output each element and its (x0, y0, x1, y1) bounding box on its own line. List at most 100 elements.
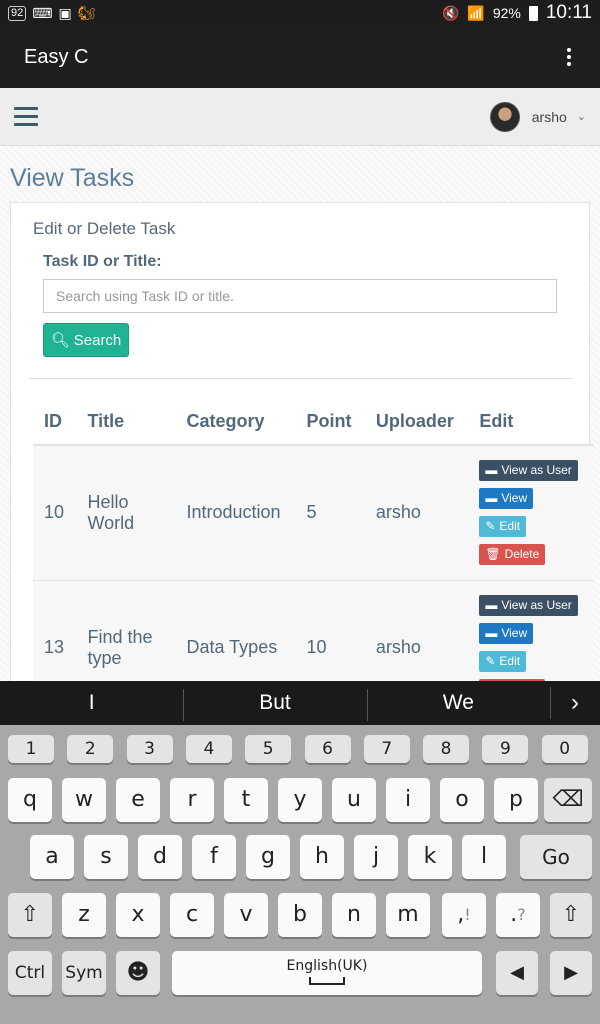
app-bar: Easy C (0, 26, 600, 88)
key-k[interactable]: k (408, 835, 452, 879)
suggestion-item[interactable]: I (0, 691, 183, 715)
pencil-icon: ✎ (485, 654, 496, 668)
column-header-point: Point (295, 399, 365, 446)
cell-category: Data Types (175, 580, 296, 681)
key-p[interactable]: p (494, 778, 538, 822)
key-b[interactable]: b (278, 893, 322, 937)
wifi-icon: 📶 (467, 4, 485, 21)
key-g[interactable]: g (246, 835, 290, 879)
tasks-table: ID Title Category Point Uploader Edit 10… (33, 399, 593, 681)
column-header-category: Category (175, 399, 296, 446)
key-0[interactable]: 0 (541, 735, 588, 763)
go-key[interactable]: Go (520, 835, 592, 879)
cell-title: Find the type (76, 580, 176, 681)
username: arsho (531, 108, 567, 125)
sym-key[interactable]: Sym (62, 951, 106, 995)
chevron-right-icon[interactable]: › (549, 687, 600, 719)
key-4[interactable]: 4 (185, 735, 232, 763)
key-n[interactable]: n (332, 893, 376, 937)
pencil-icon: ✎ (485, 519, 496, 534)
column-header-edit: Edit (468, 399, 593, 446)
cell-actions: ▬View as User ▬View ✎Edit 🗑︎Delete (468, 445, 593, 581)
divider (29, 378, 573, 379)
battery-icon (528, 5, 538, 21)
task-panel: Edit or Delete Task Task ID or Title: 🔍︎… (10, 202, 593, 681)
key-m[interactable]: m (386, 893, 430, 937)
column-header-title: Title (76, 399, 176, 446)
key-o[interactable]: o (440, 778, 484, 822)
key-2[interactable]: 2 (67, 735, 114, 763)
key-t[interactable]: t (224, 778, 268, 822)
mute-icon: 🔇 (441, 4, 460, 21)
key-j[interactable]: j (354, 835, 398, 879)
key-r[interactable]: r (170, 778, 214, 822)
key-9[interactable]: 9 (482, 735, 529, 763)
key-d[interactable]: d (138, 835, 182, 879)
search-button-label: Search (73, 331, 122, 349)
main-content: View Tasks Edit or Delete Task Task ID o… (0, 146, 600, 681)
trash-icon: 🗑︎ (485, 547, 501, 562)
comma-key[interactable]: ,! (442, 893, 486, 937)
space-icon (309, 977, 345, 985)
key-6[interactable]: 6 (304, 735, 351, 763)
app-title: Easy C (24, 45, 89, 68)
key-1[interactable]: 1 (8, 735, 54, 763)
search-input[interactable] (43, 279, 557, 313)
edit-button[interactable]: ✎ Edit (479, 516, 527, 538)
space-key[interactable]: English(UK) (172, 951, 482, 995)
key-l[interactable]: l (462, 835, 506, 879)
delete-button[interactable]: 🗑︎Delete (479, 544, 546, 566)
key-c[interactable]: c (170, 893, 214, 937)
key-5[interactable]: 5 (245, 735, 292, 763)
key-i[interactable]: i (386, 778, 430, 822)
table-row: 13 Find the type Data Types 10 arsho ▬ Vi… (33, 580, 593, 681)
key-7[interactable]: 7 (363, 735, 410, 763)
key-z[interactable]: z (62, 893, 106, 937)
key-3[interactable]: 3 (126, 735, 173, 763)
folder-icon: ▬ (485, 598, 498, 612)
key-s[interactable]: s (84, 835, 128, 879)
search-icon: 🔍︎ (50, 332, 70, 349)
arrow-left-key[interactable]: ◀ (496, 951, 538, 995)
ctrl-key[interactable]: Ctrl (8, 951, 52, 995)
suggestion-item[interactable]: But (183, 689, 366, 721)
image-icon: ▣ (58, 4, 72, 21)
table-row: 10 Hello World Introduction 5 arsho ▬ Vie… (33, 445, 593, 581)
table-header-row: ID Title Category Point Uploader Edit (33, 399, 593, 446)
edit-button[interactable]: ✎ Edit (479, 651, 527, 672)
user-menu[interactable]: arsho ⌄ (489, 101, 586, 132)
suggestion-item[interactable]: We (366, 689, 550, 721)
key-f[interactable]: f (192, 835, 236, 879)
overflow-menu-icon[interactable] (562, 48, 576, 66)
key-h[interactable]: h (300, 835, 344, 879)
chevron-down-icon: ⌄ (576, 111, 586, 123)
key-w[interactable]: w (62, 778, 106, 822)
view-as-user-button[interactable]: ▬ View as User (479, 595, 578, 616)
backspace-key[interactable]: ⌫ (544, 778, 592, 822)
key-u[interactable]: u (332, 778, 376, 822)
key-e[interactable]: e (116, 778, 160, 822)
key-v[interactable]: v (224, 893, 268, 937)
on-screen-keyboard: ⌫ Go ⇧ ,! .? ⇧ Ctrl Sym ☻ English(UK) ◀ … (0, 725, 600, 1024)
key-q[interactable]: q (8, 778, 52, 822)
key-x[interactable]: x (116, 893, 160, 937)
hamburger-menu-icon[interactable] (14, 107, 38, 126)
search-button[interactable]: 🔍︎ Search (43, 323, 129, 357)
panel-heading: Edit or Delete Task (33, 219, 176, 238)
emoji-key[interactable]: ☻ (116, 951, 160, 995)
key-8[interactable]: 8 (423, 735, 470, 763)
view-as-user-button[interactable]: ▬ View as User (479, 460, 578, 482)
view-button[interactable]: ▬ View (479, 488, 534, 510)
cell-uploader: arsho (364, 445, 469, 581)
key-y[interactable]: y (278, 778, 322, 822)
period-key[interactable]: .? (496, 893, 540, 937)
shift-key-left[interactable]: ⇧ (8, 893, 52, 937)
arrow-right-key[interactable]: ▶ (550, 951, 592, 995)
key-a[interactable]: a (30, 835, 74, 879)
cell-point: 10 (295, 580, 365, 681)
shift-key-right[interactable]: ⇧ (550, 893, 592, 937)
folder-icon: ▬ (485, 626, 498, 640)
view-button[interactable]: ▬ View (479, 623, 534, 644)
keyboard-icon: ⌨ (32, 4, 53, 21)
uc-browser-icon: 🐿 (77, 4, 96, 21)
